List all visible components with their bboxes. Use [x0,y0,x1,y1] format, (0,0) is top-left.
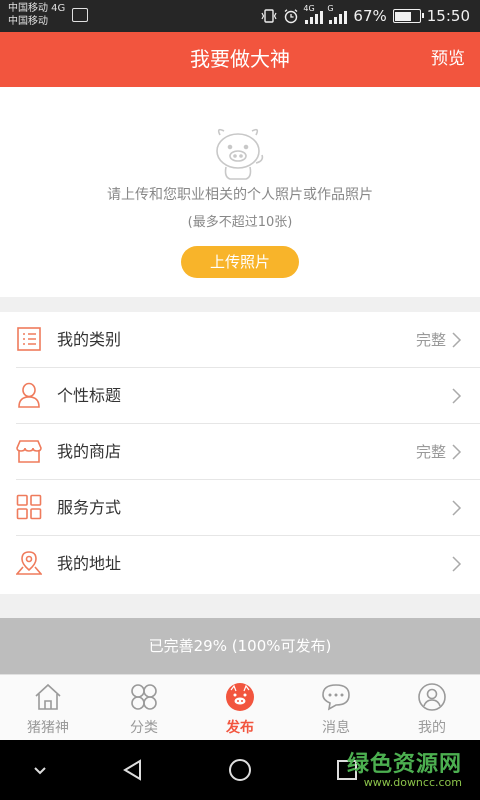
menu-item-status: 完整 [415,331,446,349]
photo-upload-section: 请上传和您职业相关的个人照片或作品照片 (最多不超过10张) 上传照片 [0,87,480,297]
status-icons: 4G G 67% 15:50 [261,4,470,27]
carrier-line-1: 中国移动 4G [8,3,66,14]
page-title: 我要做大神 [190,47,290,71]
tab-home[interactable]: 猪猪神 [0,675,96,741]
message-icon [322,684,350,711]
upload-photo-button[interactable]: 上传照片 [181,246,299,278]
pig-face-icon [226,683,254,711]
back-icon[interactable] [120,757,146,783]
upload-limit-text: (最多不超过10张) [187,215,293,230]
upload-hint-text: 请上传和您职业相关的个人照片或作品照片 [107,187,373,203]
status-bar: 中国移动 4G 中国移动 4G G 67% 15:50 [0,0,480,32]
menu-item-service[interactable]: 服务方式 [0,480,480,536]
network-tag-4g: 4G [303,4,315,13]
location-icon [16,551,42,575]
watermark-url: www.downcc.com [363,776,462,789]
tab-category[interactable]: 分类 [96,675,192,741]
tab-label: 分类 [130,720,158,736]
tab-label: 发布 [226,720,254,736]
menu-item-label: 我的地址 [57,554,122,573]
chevron-right-icon [452,444,462,460]
category-icon [131,684,157,710]
menu-item-shop[interactable]: 我的商店 完整 [0,424,480,480]
grid-icon [16,494,42,520]
chevron-right-icon [452,332,462,348]
watermark-logo: 绿色资源网 [346,752,462,777]
publish-progress-button[interactable]: 已完善29% (100%可发布) [0,618,480,674]
menu-item-category[interactable]: 我的类别 完整 [0,312,480,368]
menu-item-label: 个性标题 [57,386,122,405]
signal-g-icon: G [327,4,348,24]
tab-messages[interactable]: 消息 [288,675,384,741]
list-icon [17,327,41,351]
tab-me[interactable]: 我的 [384,675,480,741]
home-button-icon[interactable] [227,757,253,783]
tab-publish[interactable]: 发布 [192,675,288,741]
preview-button[interactable]: 预览 [431,32,465,87]
chevron-down-icon[interactable] [27,757,53,783]
bottom-tab-bar: 猪猪神 分类 发布 消息 我的 [0,674,480,740]
shop-icon [16,440,42,463]
system-navigation-bar: 绿色资源网 www.downcc.com [0,740,480,800]
battery-icon [392,9,424,23]
menu-item-label: 服务方式 [57,498,122,517]
menu-item-address[interactable]: 我的地址 [0,536,480,592]
image-notification-icon [72,8,88,22]
carrier-line-2: 中国移动 [8,16,48,27]
home-icon [35,683,61,710]
watermark: 绿色资源网 www.downcc.com [347,746,462,789]
chevron-right-icon [452,500,462,516]
carrier-info: 中国移动 4G 中国移动 [8,2,65,28]
vibrate-icon [261,9,277,23]
menu-item-title[interactable]: 个性标题 [0,368,480,424]
battery-percent: 67% [353,7,387,25]
alarm-icon [285,9,298,24]
chevron-right-icon [452,388,462,404]
tab-label: 消息 [322,720,350,736]
menu-item-label: 我的商店 [57,442,122,461]
battery-fill [395,11,411,21]
menu-item-label: 我的类别 [57,330,122,349]
tab-label: 我的 [418,720,446,736]
pig-mascot-icon [216,128,264,180]
signal-4g-icon: 4G [303,4,324,24]
profile-icon [418,683,446,711]
person-icon [18,382,40,408]
tab-label: 猪猪神 [27,720,69,736]
title-bar: 我要做大神 预览 [0,32,480,87]
profile-menu-list: 我的类别 完整 个性标题 我的商店 完整 服务方式 我的地址 [0,312,480,594]
clock: 15:50 [426,7,470,25]
menu-item-status: 完整 [415,443,446,461]
chevron-right-icon [452,556,462,572]
network-tag-g: G [327,4,334,13]
